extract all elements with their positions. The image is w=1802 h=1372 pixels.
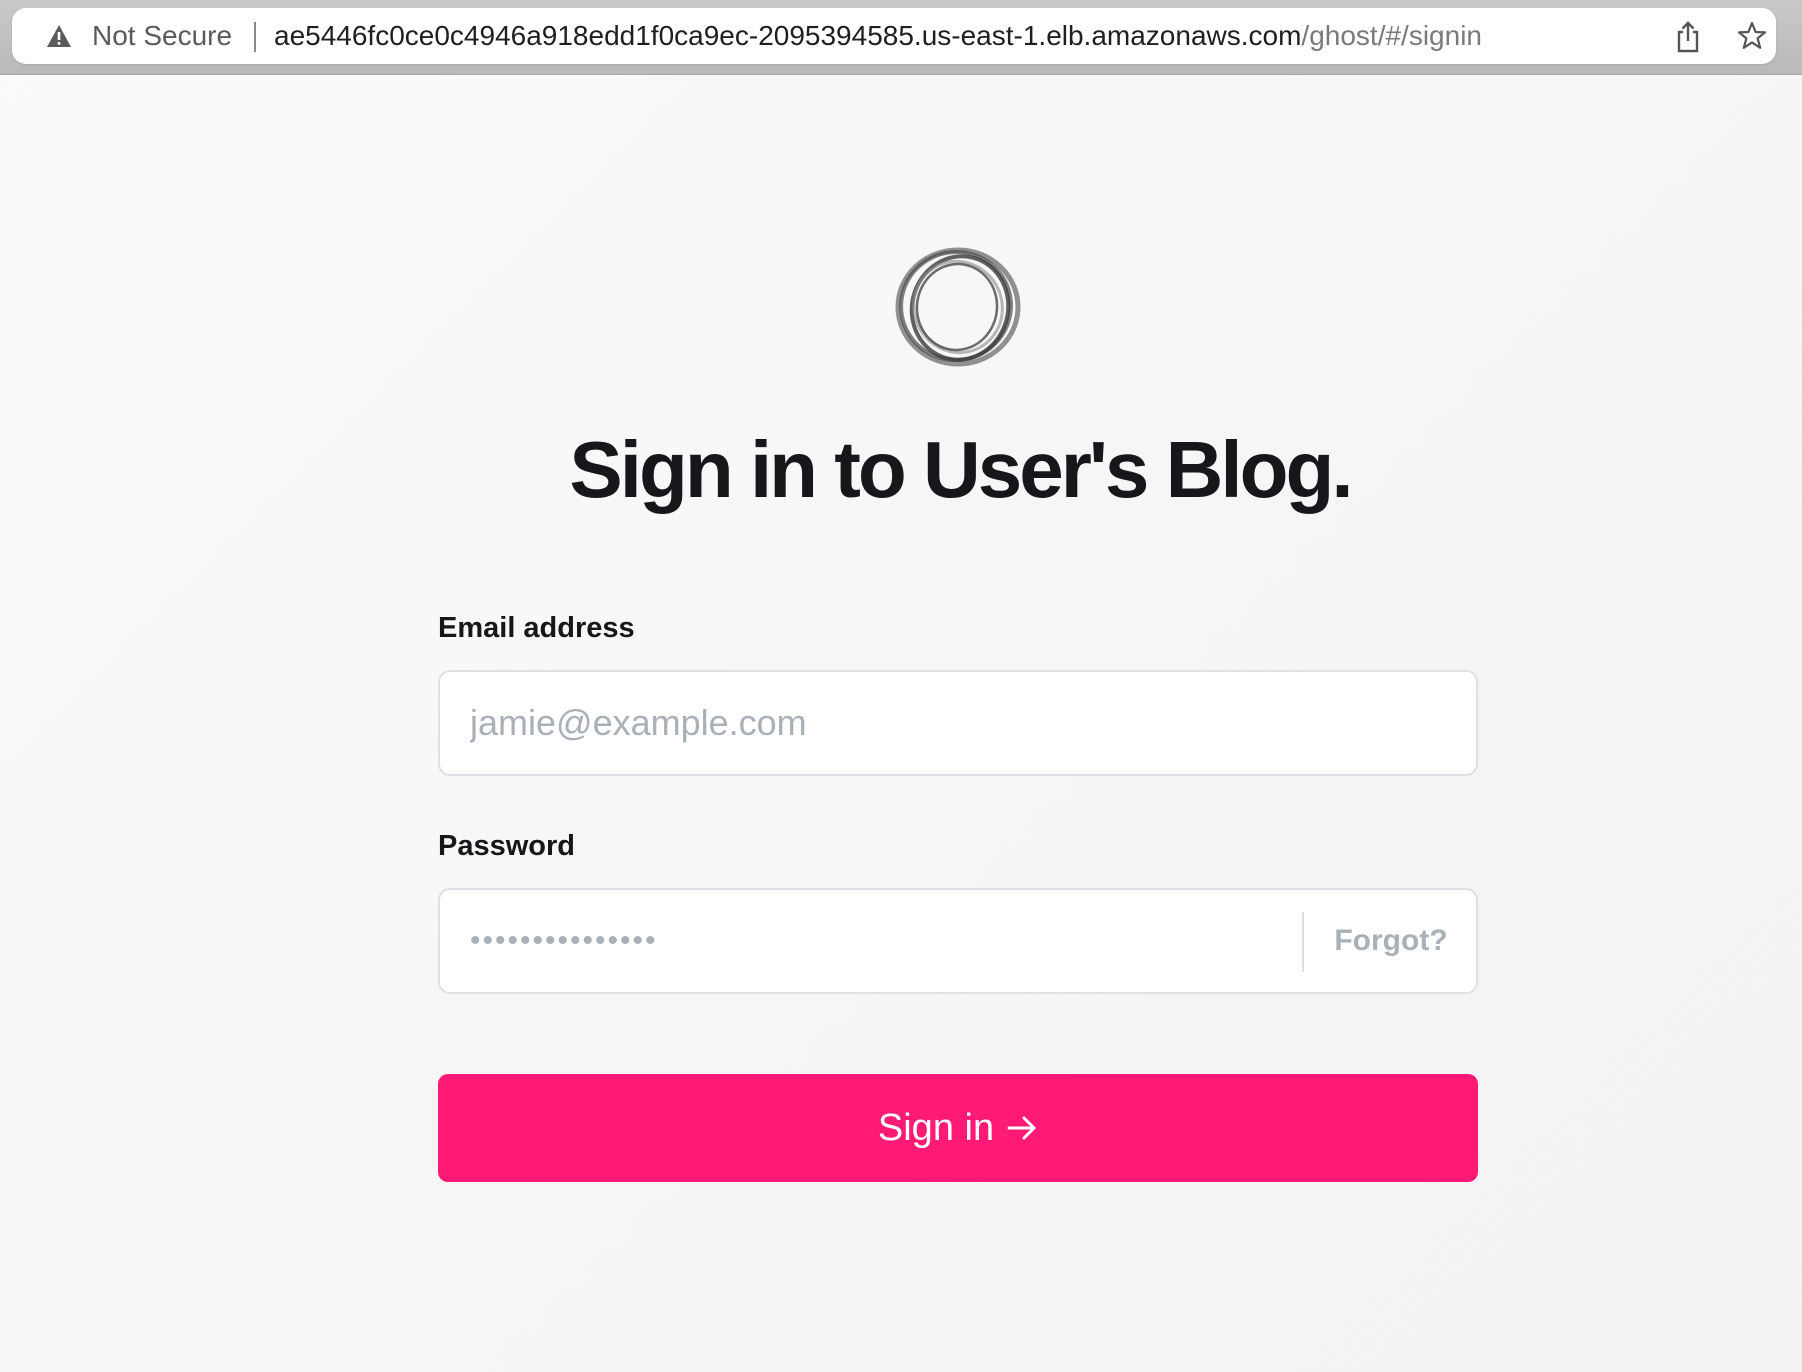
browser-toolbar: Not Secure ae5446fc0ce0c4946a918edd1f0ca… [0,0,1802,75]
password-input[interactable] [470,890,1290,992]
address-bar[interactable]: Not Secure ae5446fc0ce0c4946a918edd1f0ca… [12,8,1776,64]
url-host: ae5446fc0ce0c4946a918edd1f0ca9ec-2095394… [274,20,1302,51]
password-field-box[interactable]: Forgot? [438,888,1478,994]
url-text[interactable]: ae5446fc0ce0c4946a918edd1f0ca9ec-2095394… [274,8,1482,64]
email-input[interactable] [470,672,1430,774]
ghost-logo-ring-icon [895,247,1021,367]
sign-in-button[interactable]: Sign in [438,1074,1478,1182]
security-status[interactable]: Not Secure [92,8,232,64]
warning-icon [47,25,71,47]
email-label: Email address [438,612,635,644]
password-label: Password [438,830,575,862]
url-divider [254,22,256,52]
forgot-password-link[interactable]: Forgot? [1306,890,1476,992]
url-path: /ghost/#/signin [1301,20,1482,51]
share-icon[interactable] [1674,20,1702,54]
email-field-box[interactable] [438,670,1478,776]
password-divider [1302,912,1304,972]
page-title: Sign in to User's Blog. [569,425,1353,514]
star-icon[interactable] [1736,20,1768,52]
arrow-right-icon [1007,1116,1036,1140]
sign-in-label: Sign in [877,1106,995,1149]
